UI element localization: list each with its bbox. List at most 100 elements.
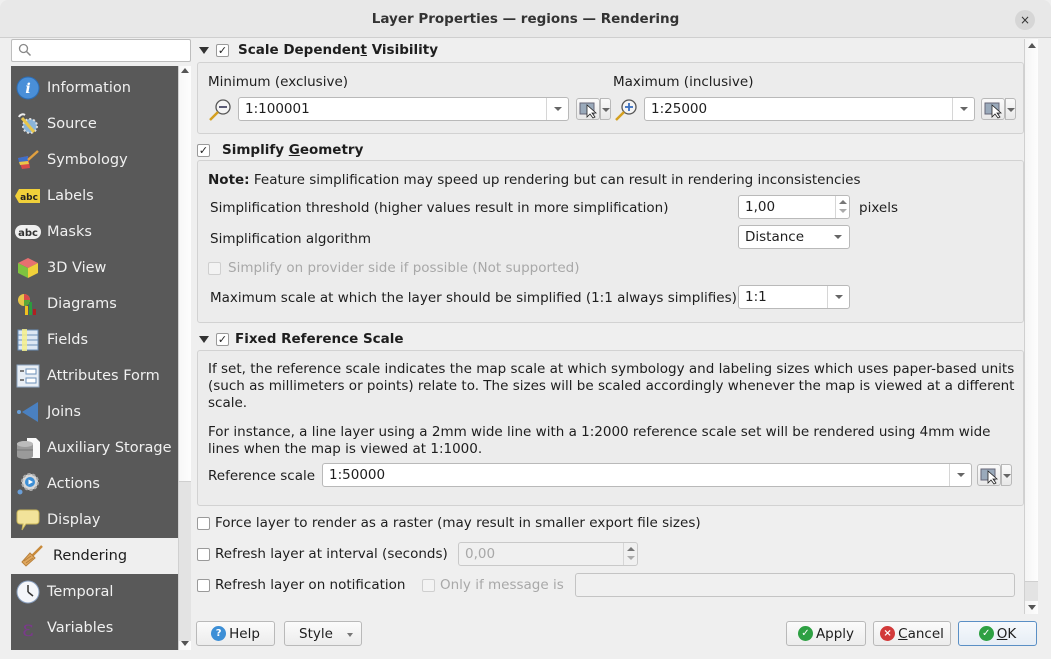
message-input[interactable] — [575, 573, 1015, 597]
note-label: Note: — [208, 172, 250, 188]
sidebar-item-labels[interactable]: abc Labels — [11, 178, 178, 214]
help-icon: ? — [211, 626, 227, 641]
sidebar-item-label: Symbology — [47, 152, 128, 168]
refresh-notification-label: Refresh layer on notification — [215, 577, 406, 593]
max-scale-simplify-value: 1:1 — [745, 289, 767, 305]
reference-scale-header[interactable]: ✓ Fixed Reference Scale — [199, 331, 404, 347]
min-scale-combo[interactable]: 1:100001 — [238, 97, 569, 121]
only-if-message-checkbox[interactable] — [422, 579, 435, 592]
style-button[interactable]: Style — [284, 621, 362, 646]
scale-visibility-header[interactable]: ✓ Scale Dependent Visibility — [199, 42, 438, 58]
sidebar-item-diagrams[interactable]: Diagrams — [11, 286, 178, 322]
scrollbar-thumb[interactable] — [1025, 581, 1038, 601]
refresh-interval-checkbox[interactable] — [197, 548, 210, 561]
check-icon: ✓ — [978, 626, 994, 641]
spin-arrows-icon[interactable] — [835, 196, 849, 218]
sidebar-item-3d-view[interactable]: 3D View — [11, 250, 178, 286]
max-scale-value: 1:25000 — [651, 101, 708, 117]
cancel-button[interactable]: × Cancel — [873, 621, 951, 646]
algorithm-combo[interactable]: Distance — [738, 225, 850, 249]
mnemonic: O — [996, 625, 1008, 642]
sidebar-item-fields[interactable]: Fields — [11, 322, 178, 358]
symbology-icon — [15, 147, 41, 173]
simplify-header[interactable]: ✓ Simplify Geometry — [197, 142, 363, 158]
sidebar-item-temporal[interactable]: Temporal — [11, 574, 178, 610]
sidebar-item-label: Labels — [47, 188, 94, 204]
chevron-down-icon[interactable] — [546, 98, 568, 120]
sidebar-scrollbar[interactable] — [178, 66, 191, 650]
sidebar-item-rendering[interactable]: Rendering — [11, 538, 178, 574]
sidebar-item-attributes-form[interactable]: Attributes Form — [11, 358, 178, 394]
sidebar-item-source[interactable]: Source — [11, 106, 178, 142]
reference-example-line: For instance, a line layer using a 2mm w… — [208, 424, 991, 440]
chevron-down-icon[interactable] — [827, 226, 849, 248]
svg-text:ε: ε — [22, 617, 33, 640]
help-button[interactable]: ? Help — [196, 621, 275, 646]
refresh-interval-spinbox[interactable]: 0,00 — [458, 542, 638, 566]
scroll-up-icon[interactable] — [1028, 43, 1036, 48]
threshold-spinbox[interactable]: 1,00 — [738, 195, 850, 219]
information-icon: i — [15, 75, 41, 101]
close-icon[interactable]: × — [1015, 10, 1035, 30]
chevron-down-icon[interactable] — [949, 464, 971, 486]
title-part: eometry — [299, 142, 364, 158]
min-scale-from-canvas-button[interactable] — [576, 98, 612, 120]
chevron-down-icon[interactable] — [827, 286, 849, 308]
max-scale-from-canvas-button[interactable] — [981, 98, 1017, 120]
chevron-down-icon[interactable] — [952, 98, 974, 120]
rendering-panel: ✓ Scale Dependent Visibility Minimum (ex… — [193, 39, 1024, 614]
map-pointer-icon[interactable] — [977, 464, 1001, 486]
collapse-icon[interactable] — [199, 46, 209, 54]
sidebar-search-input[interactable] — [11, 39, 191, 62]
sidebar-item-auxiliary-storage[interactable]: Auxiliary Storage — [11, 430, 178, 466]
label-rest: K — [1007, 625, 1017, 642]
reference-scale-from-canvas-button[interactable] — [977, 464, 1013, 486]
force-raster-checkbox[interactable] — [197, 517, 210, 530]
min-scale-label: Minimum (exclusive) — [208, 74, 349, 90]
chevron-down-icon[interactable] — [1005, 98, 1016, 120]
apply-label: Apply — [815, 625, 855, 642]
sidebar-item-label: Masks — [47, 224, 92, 240]
map-pointer-icon[interactable] — [576, 98, 600, 120]
sidebar-item-label: Display — [47, 512, 101, 528]
source-icon — [15, 111, 41, 137]
ok-label: OK — [997, 626, 1017, 642]
cancel-label: Cancel — [898, 626, 944, 642]
sidebar-item-label: Actions — [47, 476, 100, 492]
apply-button[interactable]: ✓ Apply — [786, 621, 866, 646]
main-scrollbar[interactable] — [1024, 39, 1038, 614]
zoom-in-icon — [615, 99, 637, 121]
title-part: Simplify — [222, 142, 289, 158]
chevron-down-icon[interactable] — [600, 98, 611, 120]
sidebar-item-masks[interactable]: abc Masks — [11, 214, 178, 250]
max-scale-simplify-combo[interactable]: 1:1 — [738, 285, 850, 309]
scale-visibility-checkbox[interactable]: ✓ — [216, 43, 229, 57]
collapse-icon[interactable] — [199, 335, 209, 343]
reference-scale-combo[interactable]: 1:50000 — [322, 463, 972, 487]
zoom-out-icon — [209, 99, 231, 121]
sidebar-item-symbology[interactable]: Symbology — [11, 142, 178, 178]
max-scale-combo[interactable]: 1:25000 — [644, 97, 975, 121]
scroll-up-icon[interactable] — [181, 68, 189, 73]
ok-button[interactable]: ✓ OK — [958, 621, 1037, 646]
scrollbar-thumb[interactable] — [179, 481, 191, 641]
title-part: Visibility — [367, 42, 439, 58]
provider-side-checkbox[interactable] — [208, 262, 221, 275]
provider-side-label: Simplify on provider side if possible (N… — [228, 260, 580, 276]
spin-arrows-icon[interactable] — [623, 543, 637, 565]
scroll-down-icon[interactable] — [181, 641, 189, 646]
sidebar-item-display[interactable]: Display — [11, 502, 178, 538]
simplify-checkbox[interactable]: ✓ — [197, 143, 210, 157]
refresh-notification-checkbox[interactable] — [197, 579, 210, 592]
sidebar-item-information[interactable]: i Information — [11, 70, 178, 106]
reference-scale-checkbox[interactable]: ✓ — [216, 332, 229, 346]
chevron-down-icon[interactable] — [1001, 464, 1012, 486]
sidebar-item-actions[interactable]: Actions — [11, 466, 178, 502]
sidebar-item-variables[interactable]: ε Variables — [11, 610, 178, 646]
map-pointer-icon[interactable] — [981, 98, 1005, 120]
scroll-down-icon[interactable] — [1028, 605, 1036, 610]
sidebar-item-joins[interactable]: Joins — [11, 394, 178, 430]
sidebar-item-label: Variables — [47, 620, 114, 636]
sidebar-item-label: Fields — [47, 332, 89, 348]
svg-text:abc: abc — [20, 193, 38, 203]
